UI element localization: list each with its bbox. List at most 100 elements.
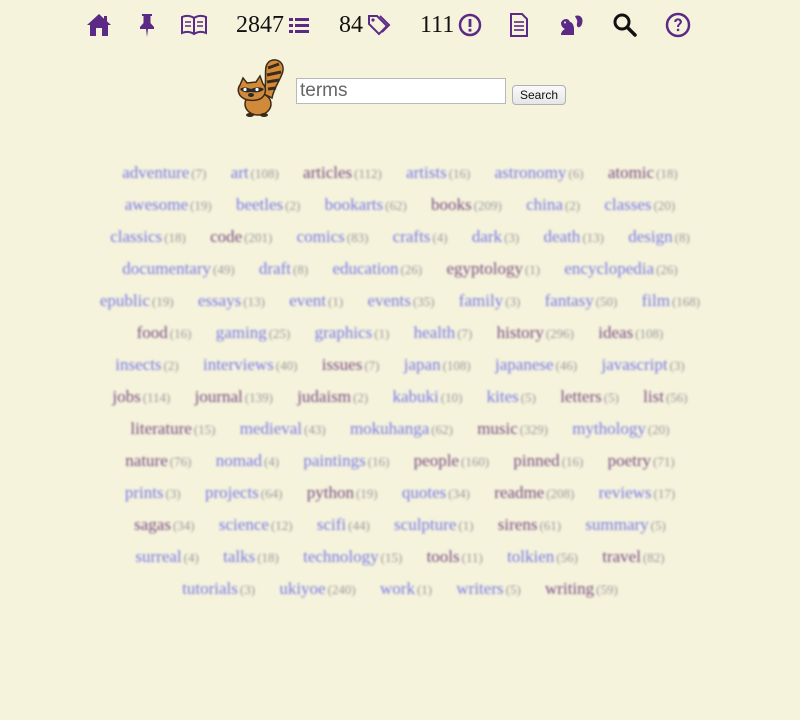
- tag-link[interactable]: egyptology: [446, 259, 523, 278]
- tag-link[interactable]: surreal: [135, 547, 181, 566]
- tag-link[interactable]: education: [332, 259, 398, 278]
- tag-link[interactable]: literature: [130, 419, 191, 438]
- tag-item: classics (18): [110, 221, 186, 253]
- tag-link[interactable]: work: [380, 579, 415, 598]
- tag-link[interactable]: music: [477, 419, 518, 438]
- tag-link[interactable]: ukiyoe: [279, 579, 325, 598]
- tag-link[interactable]: medieval: [240, 419, 302, 438]
- tag-link[interactable]: astronomy: [495, 163, 567, 182]
- tag-link[interactable]: fantasy: [545, 291, 594, 310]
- tag-link[interactable]: nomad: [216, 451, 262, 470]
- tag-link[interactable]: tolkien: [507, 547, 554, 566]
- tag-link[interactable]: summary: [585, 515, 648, 534]
- tag-link[interactable]: articles: [303, 163, 352, 182]
- tag-link[interactable]: javascript: [601, 355, 667, 374]
- help-link[interactable]: [665, 8, 691, 42]
- tag-link[interactable]: projects: [205, 483, 259, 502]
- tag-count: (5): [505, 582, 521, 597]
- home-link[interactable]: [86, 8, 112, 42]
- tag-link[interactable]: bookarts: [325, 195, 384, 214]
- tag-link[interactable]: kites: [487, 387, 519, 406]
- notes-link[interactable]: [509, 8, 529, 42]
- tag-link[interactable]: paintings: [303, 451, 365, 470]
- tag-link[interactable]: health: [414, 323, 456, 342]
- tag-link[interactable]: history: [497, 323, 544, 342]
- alerts-link[interactable]: 111: [420, 8, 482, 42]
- tag-link[interactable]: people: [414, 451, 459, 470]
- tag-link[interactable]: japan: [404, 355, 441, 374]
- tag-link[interactable]: kabuki: [392, 387, 438, 406]
- tag-link[interactable]: prints: [125, 483, 164, 502]
- tag-count: (5): [520, 390, 536, 405]
- tag-link[interactable]: classics: [110, 227, 162, 246]
- reading-link[interactable]: [180, 8, 208, 42]
- tag-link[interactable]: food: [137, 323, 168, 342]
- tag-link[interactable]: china: [526, 195, 563, 214]
- tag-link[interactable]: readme: [494, 483, 544, 502]
- tag-link[interactable]: mokuhanga: [350, 419, 429, 438]
- tag-link[interactable]: code: [210, 227, 242, 246]
- tag-link[interactable]: sirens: [498, 515, 538, 534]
- tag-link[interactable]: atomic: [608, 163, 654, 182]
- tag-link[interactable]: scifi: [317, 515, 346, 534]
- tag-link[interactable]: writing: [545, 579, 594, 598]
- tag-link[interactable]: film: [642, 291, 670, 310]
- tag-link[interactable]: poetry: [608, 451, 651, 470]
- tags-link[interactable]: 84: [339, 8, 391, 42]
- tag-link[interactable]: draft: [259, 259, 291, 278]
- tag-link[interactable]: adventure: [122, 163, 189, 182]
- tag-link[interactable]: tools: [427, 547, 460, 566]
- tag-link[interactable]: interviews: [203, 355, 274, 374]
- tag-link[interactable]: list: [643, 387, 664, 406]
- tag-link[interactable]: tutorials: [182, 579, 238, 598]
- tag-link[interactable]: event: [289, 291, 326, 310]
- tag-link[interactable]: sculpture: [394, 515, 456, 534]
- tag-link[interactable]: journal: [195, 387, 243, 406]
- tag-link[interactable]: nature: [125, 451, 167, 470]
- tag-link[interactable]: insects: [115, 355, 161, 374]
- tag-link[interactable]: issues: [322, 355, 363, 374]
- pinned-link[interactable]: [138, 8, 156, 42]
- tag-link[interactable]: awesome: [125, 195, 188, 214]
- tag-link[interactable]: python: [307, 483, 354, 502]
- tag-link[interactable]: artists: [406, 163, 447, 182]
- tag-link[interactable]: art: [231, 163, 249, 182]
- tag-link[interactable]: quotes: [402, 483, 446, 502]
- tag-link[interactable]: encyclopedia: [564, 259, 654, 278]
- tag-link[interactable]: design: [628, 227, 672, 246]
- tag-link[interactable]: technology: [303, 547, 379, 566]
- tag-link[interactable]: letters: [560, 387, 602, 406]
- tag-link[interactable]: travel: [602, 547, 641, 566]
- tag-link[interactable]: documentary: [122, 259, 211, 278]
- tag-link[interactable]: reviews: [599, 483, 652, 502]
- search-link[interactable]: [612, 8, 638, 42]
- tag-link[interactable]: science: [219, 515, 269, 534]
- search-input[interactable]: [296, 78, 506, 104]
- tag-link[interactable]: sagas: [134, 515, 171, 534]
- tag-link[interactable]: books: [431, 195, 472, 214]
- tag-link[interactable]: gaming: [216, 323, 267, 342]
- tag-link[interactable]: japanese: [495, 355, 554, 374]
- tag-link[interactable]: talks: [223, 547, 255, 566]
- tag-link[interactable]: epublic: [100, 291, 150, 310]
- tag-link[interactable]: beetles: [236, 195, 283, 214]
- tag-link[interactable]: writers: [456, 579, 503, 598]
- search-button[interactable]: Search: [512, 85, 567, 105]
- tag-link[interactable]: essays: [198, 291, 241, 310]
- tag-link[interactable]: events: [367, 291, 410, 310]
- tag-link[interactable]: classes: [604, 195, 651, 214]
- items-link[interactable]: 2847: [236, 8, 310, 42]
- tag-link[interactable]: crafts: [393, 227, 431, 246]
- tag-link[interactable]: comics: [297, 227, 345, 246]
- tag-link[interactable]: mythology: [572, 419, 646, 438]
- squirrel-link[interactable]: [557, 8, 585, 42]
- tag-item: beetles (2): [236, 189, 300, 221]
- tag-link[interactable]: death: [543, 227, 580, 246]
- tag-link[interactable]: ideas: [598, 323, 633, 342]
- tag-link[interactable]: graphics: [315, 323, 373, 342]
- tag-link[interactable]: family: [459, 291, 503, 310]
- tag-link[interactable]: judaism: [297, 387, 351, 406]
- tag-link[interactable]: jobs: [112, 387, 140, 406]
- tag-link[interactable]: dark: [472, 227, 502, 246]
- tag-link[interactable]: pinned: [513, 451, 559, 470]
